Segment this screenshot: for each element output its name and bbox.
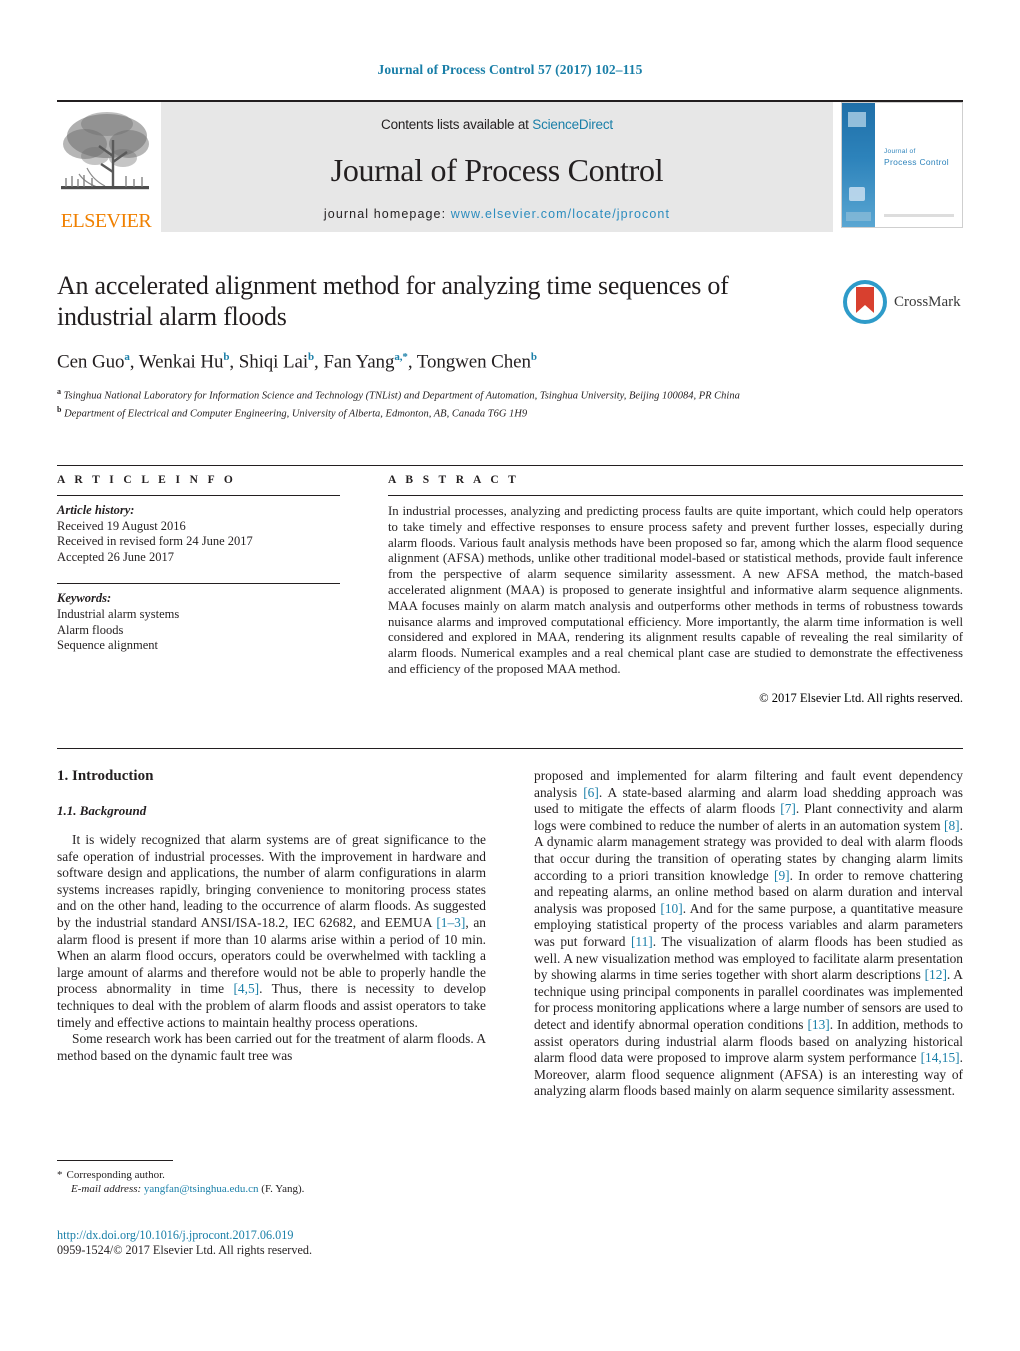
paragraph: It is widely recognized that alarm syste… bbox=[57, 832, 486, 1030]
paragraph: proposed and implemented for alarm filte… bbox=[534, 768, 964, 1099]
body-columns: 1. Introduction 1.1. Background It is wi… bbox=[57, 768, 963, 1100]
abstract-text: In industrial processes, analyzing and p… bbox=[388, 504, 963, 676]
corresponding-author-line: * Corresponding author. bbox=[57, 1168, 486, 1182]
keywords-label: Keywords: bbox=[57, 591, 112, 606]
article-info-heading: A R T I C L E I N F O bbox=[57, 474, 237, 486]
paragraph: Some research work has been carried out … bbox=[57, 1031, 486, 1063]
affiliation-a: a Tsinghua National Laboratory for Infor… bbox=[57, 387, 740, 402]
article-page: Journal of Process Control 57 (2017) 102… bbox=[0, 0, 1020, 1351]
sciencedirect-link[interactable]: ScienceDirect bbox=[532, 117, 613, 132]
keyword-item: Industrial alarm systems bbox=[57, 606, 180, 621]
article-info-column: A R T I C L E I N F O Article history: R… bbox=[57, 466, 340, 706]
elsevier-logo: ELSEVIER bbox=[57, 102, 155, 232]
info-abstract-block: A R T I C L E I N F O Article history: R… bbox=[57, 466, 963, 706]
section-heading-introduction: 1. Introduction bbox=[57, 768, 154, 784]
crossmark-label: CrossMark bbox=[894, 293, 961, 310]
contents-list-line: Contents lists available at ScienceDirec… bbox=[381, 117, 613, 132]
history-item: Accepted 26 June 2017 bbox=[57, 549, 174, 564]
journal-cover-thumbnail: Journal of Process Control bbox=[841, 102, 963, 228]
page-title: An accelerated alignment method for anal… bbox=[57, 271, 729, 331]
cover-title: Journal of Process Control bbox=[884, 147, 958, 167]
elsevier-tree-icon bbox=[57, 106, 153, 204]
affiliations: a Tsinghua National Laboratory for Infor… bbox=[57, 385, 847, 421]
email-line: E-mail address: yangfan@tsinghua.edu.cn … bbox=[57, 1182, 486, 1196]
elsevier-wordmark: ELSEVIER bbox=[60, 210, 152, 232]
abstract-copyright: © 2017 Elsevier Ltd. All rights reserved… bbox=[759, 690, 963, 705]
affiliation-b: b Department of Electrical and Computer … bbox=[57, 405, 528, 420]
journal-title: Journal of Process Control bbox=[330, 152, 664, 188]
journal-masthead: ELSEVIER Contents lists available at Sci… bbox=[57, 100, 963, 234]
article-history-label: Article history: bbox=[57, 503, 135, 517]
email-link[interactable]: yangfan@tsinghua.edu.cn bbox=[144, 1183, 259, 1195]
contents-prefix: Contents lists available at bbox=[381, 117, 533, 132]
body-column-left: 1. Introduction 1.1. Background It is wi… bbox=[57, 768, 486, 1100]
running-head: Journal of Process Control 57 (2017) 102… bbox=[377, 62, 643, 77]
masthead-center: Contents lists available at ScienceDirec… bbox=[161, 102, 833, 232]
abstract-column: A B S T R A C T In industrial processes,… bbox=[388, 466, 963, 706]
doi-link[interactable]: http://dx.doi.org/10.1016/j.jprocont.201… bbox=[57, 1228, 557, 1243]
history-item: Received in revised form 24 June 2017 bbox=[57, 534, 253, 549]
subsection-heading-background: 1.1. Background bbox=[57, 803, 147, 818]
article-history: Article history: Received 19 August 2016… bbox=[57, 496, 340, 565]
cover-title-line2: Process Control bbox=[884, 157, 949, 167]
history-item: Received 19 August 2016 bbox=[57, 518, 186, 533]
crossmark-icon bbox=[843, 280, 887, 324]
abstract-heading: A B S T R A C T bbox=[388, 474, 520, 486]
cover-bottom-rule bbox=[884, 214, 954, 217]
homepage-prefix: journal homepage: bbox=[323, 207, 451, 221]
footer-identifiers: http://dx.doi.org/10.1016/j.jprocont.201… bbox=[57, 1228, 557, 1258]
journal-homepage-line: journal homepage: www.elsevier.com/locat… bbox=[324, 207, 670, 221]
corresponding-author-text: Corresponding author. bbox=[66, 1169, 165, 1181]
keyword-item: Sequence alignment bbox=[57, 638, 159, 653]
author-list: Cen Guoa, Wenkai Hub, Shiqi Laib, Fan Ya… bbox=[57, 351, 537, 373]
keywords-list: Keywords: Industrial alarm systems Alarm… bbox=[57, 584, 340, 653]
crossmark-badge[interactable]: CrossMark bbox=[843, 276, 963, 328]
issn-copyright: 0959-1524/© 2017 Elsevier Ltd. All right… bbox=[57, 1243, 312, 1257]
title-block: An accelerated alignment method for anal… bbox=[57, 270, 963, 421]
cover-publisher-mark-icon bbox=[848, 112, 866, 127]
body-column-right: proposed and implemented for alarm filte… bbox=[534, 768, 963, 1100]
journal-homepage-link[interactable]: www.elsevier.com/locate/jprocont bbox=[451, 207, 670, 221]
email-owner: (F. Yang). bbox=[261, 1183, 305, 1195]
footnote-rule bbox=[57, 1160, 173, 1161]
cover-spine bbox=[842, 103, 875, 227]
affiliation-a-text: Tsinghua National Laboratory for Informa… bbox=[63, 390, 740, 402]
cover-title-line1: Journal of bbox=[884, 148, 916, 155]
cover-spine-footer bbox=[846, 212, 871, 221]
body-top-rule bbox=[57, 748, 963, 749]
corresponding-author-footnote: * Corresponding author. E-mail address: y… bbox=[57, 1160, 486, 1196]
cover-society-mark-icon bbox=[849, 187, 865, 201]
keyword-item: Alarm floods bbox=[57, 622, 124, 637]
affiliation-b-text: Department of Electrical and Computer En… bbox=[64, 408, 528, 420]
footnote-star: * bbox=[57, 1169, 63, 1181]
email-label: E-mail address: bbox=[71, 1183, 142, 1195]
